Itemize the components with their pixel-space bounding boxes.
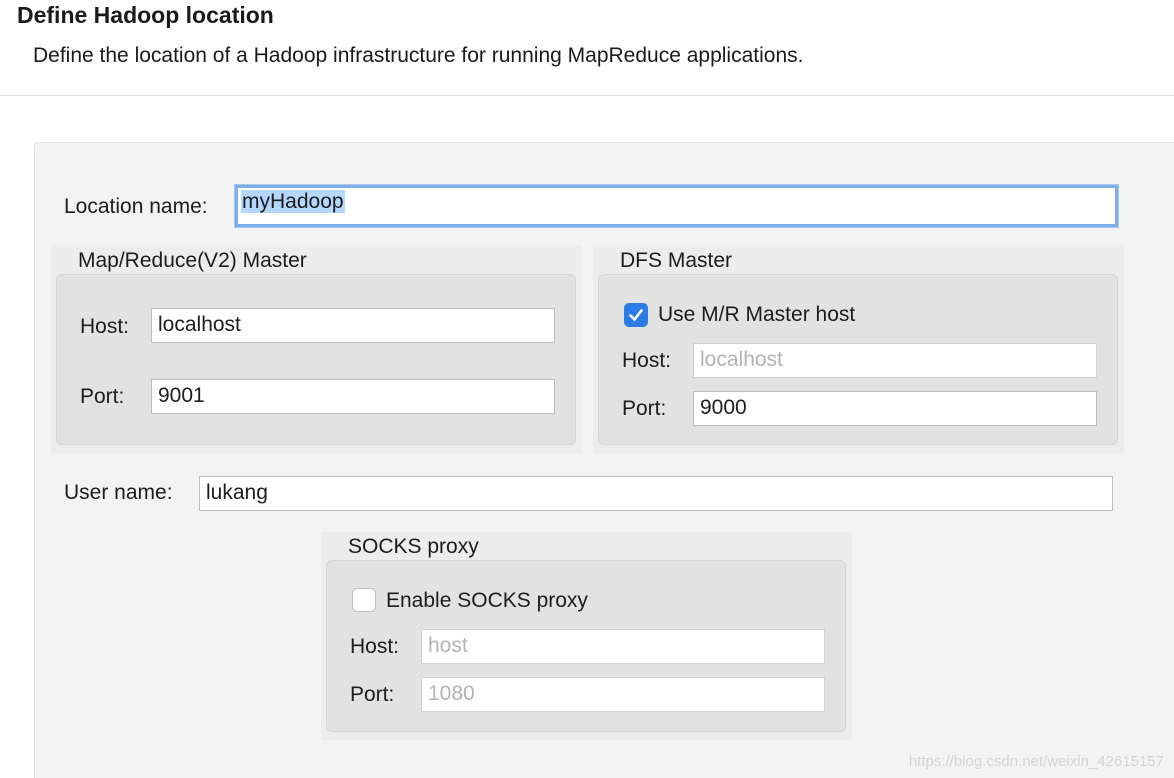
mr-port-label: Port: (80, 385, 125, 408)
socks-host-label: Host: (350, 635, 400, 658)
mr-host-input[interactable]: localhost (151, 308, 555, 343)
location-name-value: myHadoop (241, 190, 345, 213)
dfs-master-title: DFS Master (620, 249, 733, 272)
user-name-input[interactable]: lukang (199, 476, 1113, 511)
use-mr-master-checkbox[interactable] (624, 303, 648, 327)
watermark: https://blog.csdn.net/weixin_42615157 (908, 753, 1164, 770)
enable-socks-checkbox[interactable] (352, 588, 376, 612)
page-description: Define the location of a Hadoop infrastr… (33, 44, 804, 67)
socks-port-label: Port: (350, 683, 395, 706)
mr-master-title: Map/Reduce(V2) Master (78, 249, 307, 272)
dfs-host-label: Host: (622, 349, 672, 372)
wizard-header: Define Hadoop location Define the locati… (0, 0, 1174, 96)
dfs-port-input[interactable]: 9000 (693, 391, 1097, 426)
checkmark-icon (629, 309, 643, 321)
mr-master-group: Map/Reduce(V2) Master (51, 245, 582, 453)
dfs-host-input[interactable]: localhost (693, 343, 1097, 378)
location-name-label: Location name: (64, 195, 208, 218)
use-mr-master-label[interactable]: Use M/R Master host (658, 302, 855, 328)
enable-socks-label[interactable]: Enable SOCKS proxy (386, 588, 588, 614)
user-name-label: User name: (64, 481, 173, 504)
socks-proxy-title: SOCKS proxy (348, 535, 479, 558)
socks-host-input[interactable]: host (421, 629, 825, 664)
mr-host-label: Host: (80, 315, 130, 338)
location-name-input[interactable]: myHadoop (235, 185, 1118, 227)
dfs-port-label: Port: (622, 397, 667, 420)
mr-port-input[interactable]: 9001 (151, 379, 555, 414)
socks-port-input[interactable]: 1080 (421, 677, 825, 712)
page-title: Define Hadoop location (17, 2, 274, 28)
mr-master-inner (56, 274, 576, 445)
